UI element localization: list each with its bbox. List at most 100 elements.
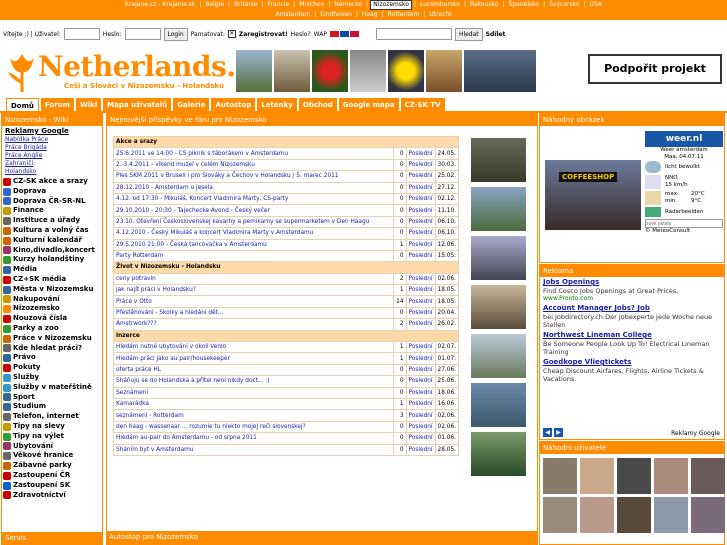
wiki-item[interactable]: Nouzová čísla — [2, 314, 102, 324]
nav-tab[interactable]: Domů — [6, 98, 39, 111]
section-title[interactable]: Akce a srazy — [113, 135, 459, 149]
ad-url[interactable]: www.Pronto.com — [543, 295, 721, 302]
wiki-item[interactable]: Kde hledat práci? — [2, 344, 102, 354]
topic-link[interactable]: 23.10. Otevření Československej kavarny … — [112, 215, 395, 229]
nav-tab[interactable]: Forum — [40, 98, 74, 111]
ad-item[interactable]: Goedkope Vliegtickets Cheap Discount Airf… — [540, 357, 724, 384]
search-button[interactable]: Hledat — [454, 27, 483, 41]
wiki-item[interactable]: Zdravotnictví — [2, 491, 102, 501]
google-ads-credit[interactable]: Reklamy Google — [671, 430, 720, 437]
section-title[interactable]: Inzerce — [113, 329, 459, 343]
country-link[interactable]: Francie — [266, 0, 292, 10]
topic-link[interactable]: Práce v Otto — [112, 295, 395, 308]
ad-headline[interactable]: Account Manager Jobs? Job — [543, 304, 721, 313]
nav-tab[interactable]: Autostop — [211, 98, 256, 111]
last-post-link[interactable]: Poslední — [405, 158, 436, 172]
wiki-item[interactable]: Ubytování — [2, 442, 102, 452]
last-post-link[interactable]: Poslední — [405, 147, 436, 160]
country-link[interactable]: Belgie — [203, 0, 226, 10]
topic-link[interactable]: seznámení - Rotterdam — [112, 409, 395, 422]
login-button[interactable]: Login — [163, 27, 188, 41]
wiki-item[interactable]: CZ+SK média — [2, 275, 102, 285]
wiki-item[interactable]: Doprava — [2, 187, 102, 197]
wiki-item[interactable]: Pokuty — [2, 363, 102, 373]
wiki-item[interactable]: Právo — [2, 353, 102, 363]
last-post-link[interactable]: Poslední — [405, 192, 436, 206]
wiki-item[interactable]: Služby v mateřštině — [2, 383, 102, 393]
support-project-button[interactable]: Podpořit projekt — [588, 54, 722, 84]
city-link[interactable]: Rotterdam — [386, 10, 422, 20]
next-ad-icon[interactable]: ▶ — [554, 428, 563, 437]
last-post-link[interactable]: Poslední — [405, 443, 436, 456]
last-post-link[interactable]: Poslední — [405, 420, 436, 434]
topic-link[interactable]: Amstrwork??? — [112, 318, 395, 331]
topic-link[interactable]: 29.10.2010 - 20:30 - Tajechecke Avond - … — [112, 204, 395, 217]
avatar[interactable] — [654, 458, 688, 494]
wiki-item[interactable]: Sport — [2, 393, 102, 403]
nav-tab[interactable]: Galerie — [173, 98, 210, 111]
last-post-link[interactable]: Poslední — [405, 306, 436, 320]
city-link[interactable]: Amsterdam — [273, 10, 312, 20]
last-post-link[interactable]: Poslední — [405, 375, 436, 388]
topic-link[interactable]: ceny potravin — [112, 272, 395, 286]
wiki-item[interactable]: Telefon, internet — [2, 412, 102, 422]
wiki-item[interactable]: Zastoupení ČR — [2, 471, 102, 481]
avatar[interactable] — [654, 497, 688, 533]
topic-link[interactable]: Ples SKM 2011 v Bruseli i pro Slováky a … — [112, 170, 395, 183]
wiki-item[interactable]: Města v Nizozemsku — [2, 285, 102, 295]
username-input[interactable] — [63, 28, 100, 40]
register-link[interactable]: Zaregistrovat! — [239, 31, 288, 38]
wiki-item[interactable]: Kulturní kalendář — [2, 236, 102, 246]
flag-icons[interactable] — [329, 31, 359, 37]
wiki-item[interactable]: Instituce a úřady — [2, 216, 102, 226]
weer-logo[interactable]: weer.nl — [645, 131, 723, 147]
forgot-link[interactable]: Heslo? — [291, 31, 311, 38]
topic-link[interactable]: 29.5.2010 21:00 - Česká tancovačka v Ams… — [112, 238, 395, 251]
topic-link[interactable]: Hledám au-pair do Amsterdamu - od srpna … — [112, 432, 395, 445]
city-link[interactable]: Haag — [360, 10, 380, 20]
last-post-link[interactable]: Poslední — [405, 238, 436, 251]
ad-headline[interactable]: Jobs Openings — [543, 278, 721, 287]
wiki-item[interactable]: Nizozemsko — [2, 304, 102, 314]
password-input[interactable] — [124, 28, 161, 40]
ad-headline[interactable]: Goedkope Vliegtickets — [543, 358, 721, 367]
last-post-link[interactable]: Poslední — [405, 249, 436, 263]
google-ads-heading[interactable]: Reklamy Google — [5, 127, 99, 136]
last-post-link[interactable]: Poslední — [405, 295, 436, 308]
wiki-item[interactable]: Věkové hranice — [2, 451, 102, 461]
nav-tab[interactable]: Google mapa — [338, 98, 399, 111]
topic-link[interactable]: 4.12.2010 - Český Mikuláš a koncert Vlad… — [112, 227, 395, 240]
wiki-item[interactable]: Parky a zoo — [2, 324, 102, 334]
section-title[interactable]: Život v Nizozemsku - Holandsku — [113, 261, 459, 274]
nav-tab[interactable]: Wiki — [75, 98, 102, 111]
wiki-item[interactable]: Finance — [2, 206, 102, 216]
last-post-link[interactable]: Poslední — [405, 397, 436, 411]
wiki-item[interactable]: Kurzy holandštiny — [2, 255, 102, 265]
wiki-item[interactable]: CZ-SK akce a srazy — [2, 177, 102, 187]
nav-tab[interactable]: Obchod — [298, 98, 337, 111]
topic-link[interactable]: 4.12. od 17:30 - Mikuláš, Koncert Vladim… — [112, 192, 395, 206]
ad-link[interactable]: Nabídka Práce — [5, 136, 99, 144]
avatar[interactable] — [580, 497, 614, 533]
topic-link[interactable]: Party Rotterdam — [112, 249, 395, 263]
wiki-item[interactable]: Média — [2, 265, 102, 275]
topic-link[interactable]: den haag - wassenaar ... rozumie tu niek… — [112, 420, 395, 434]
wiki-item[interactable]: Práce v Nizozemsku — [2, 334, 102, 344]
topic-link[interactable]: Hledám práci jako au pair/housekeeper — [112, 352, 395, 365]
last-post-link[interactable]: Poslední — [405, 409, 436, 422]
country-link[interactable]: Mnichov — [297, 0, 326, 10]
last-post-link[interactable]: Poslední — [405, 432, 436, 445]
topic-link[interactable]: Sháňuju se do Holandska a přítel není ni… — [112, 375, 395, 388]
share-link[interactable]: Sdílet — [486, 31, 506, 38]
country-link[interactable]: Rakousko — [468, 0, 501, 10]
last-post-link[interactable]: Poslední — [405, 215, 436, 229]
nav-tab[interactable]: Mapa uživatelů — [103, 98, 172, 111]
city-link[interactable]: Eindhoven — [318, 10, 354, 20]
avatar[interactable] — [543, 458, 577, 494]
country-link[interactable]: Španělsko — [507, 0, 542, 10]
site-logo[interactable]: Netherlands.cz Češi a Slováci v Nizozems… — [4, 48, 268, 96]
ad-item[interactable]: Account Manager Jobs? Job bei Jobdirector… — [540, 303, 724, 330]
wiki-item[interactable]: Tipy na výlet — [2, 432, 102, 442]
last-post-link[interactable]: Poslední — [405, 284, 436, 297]
topic-link[interactable]: Kamarádka — [112, 397, 395, 411]
